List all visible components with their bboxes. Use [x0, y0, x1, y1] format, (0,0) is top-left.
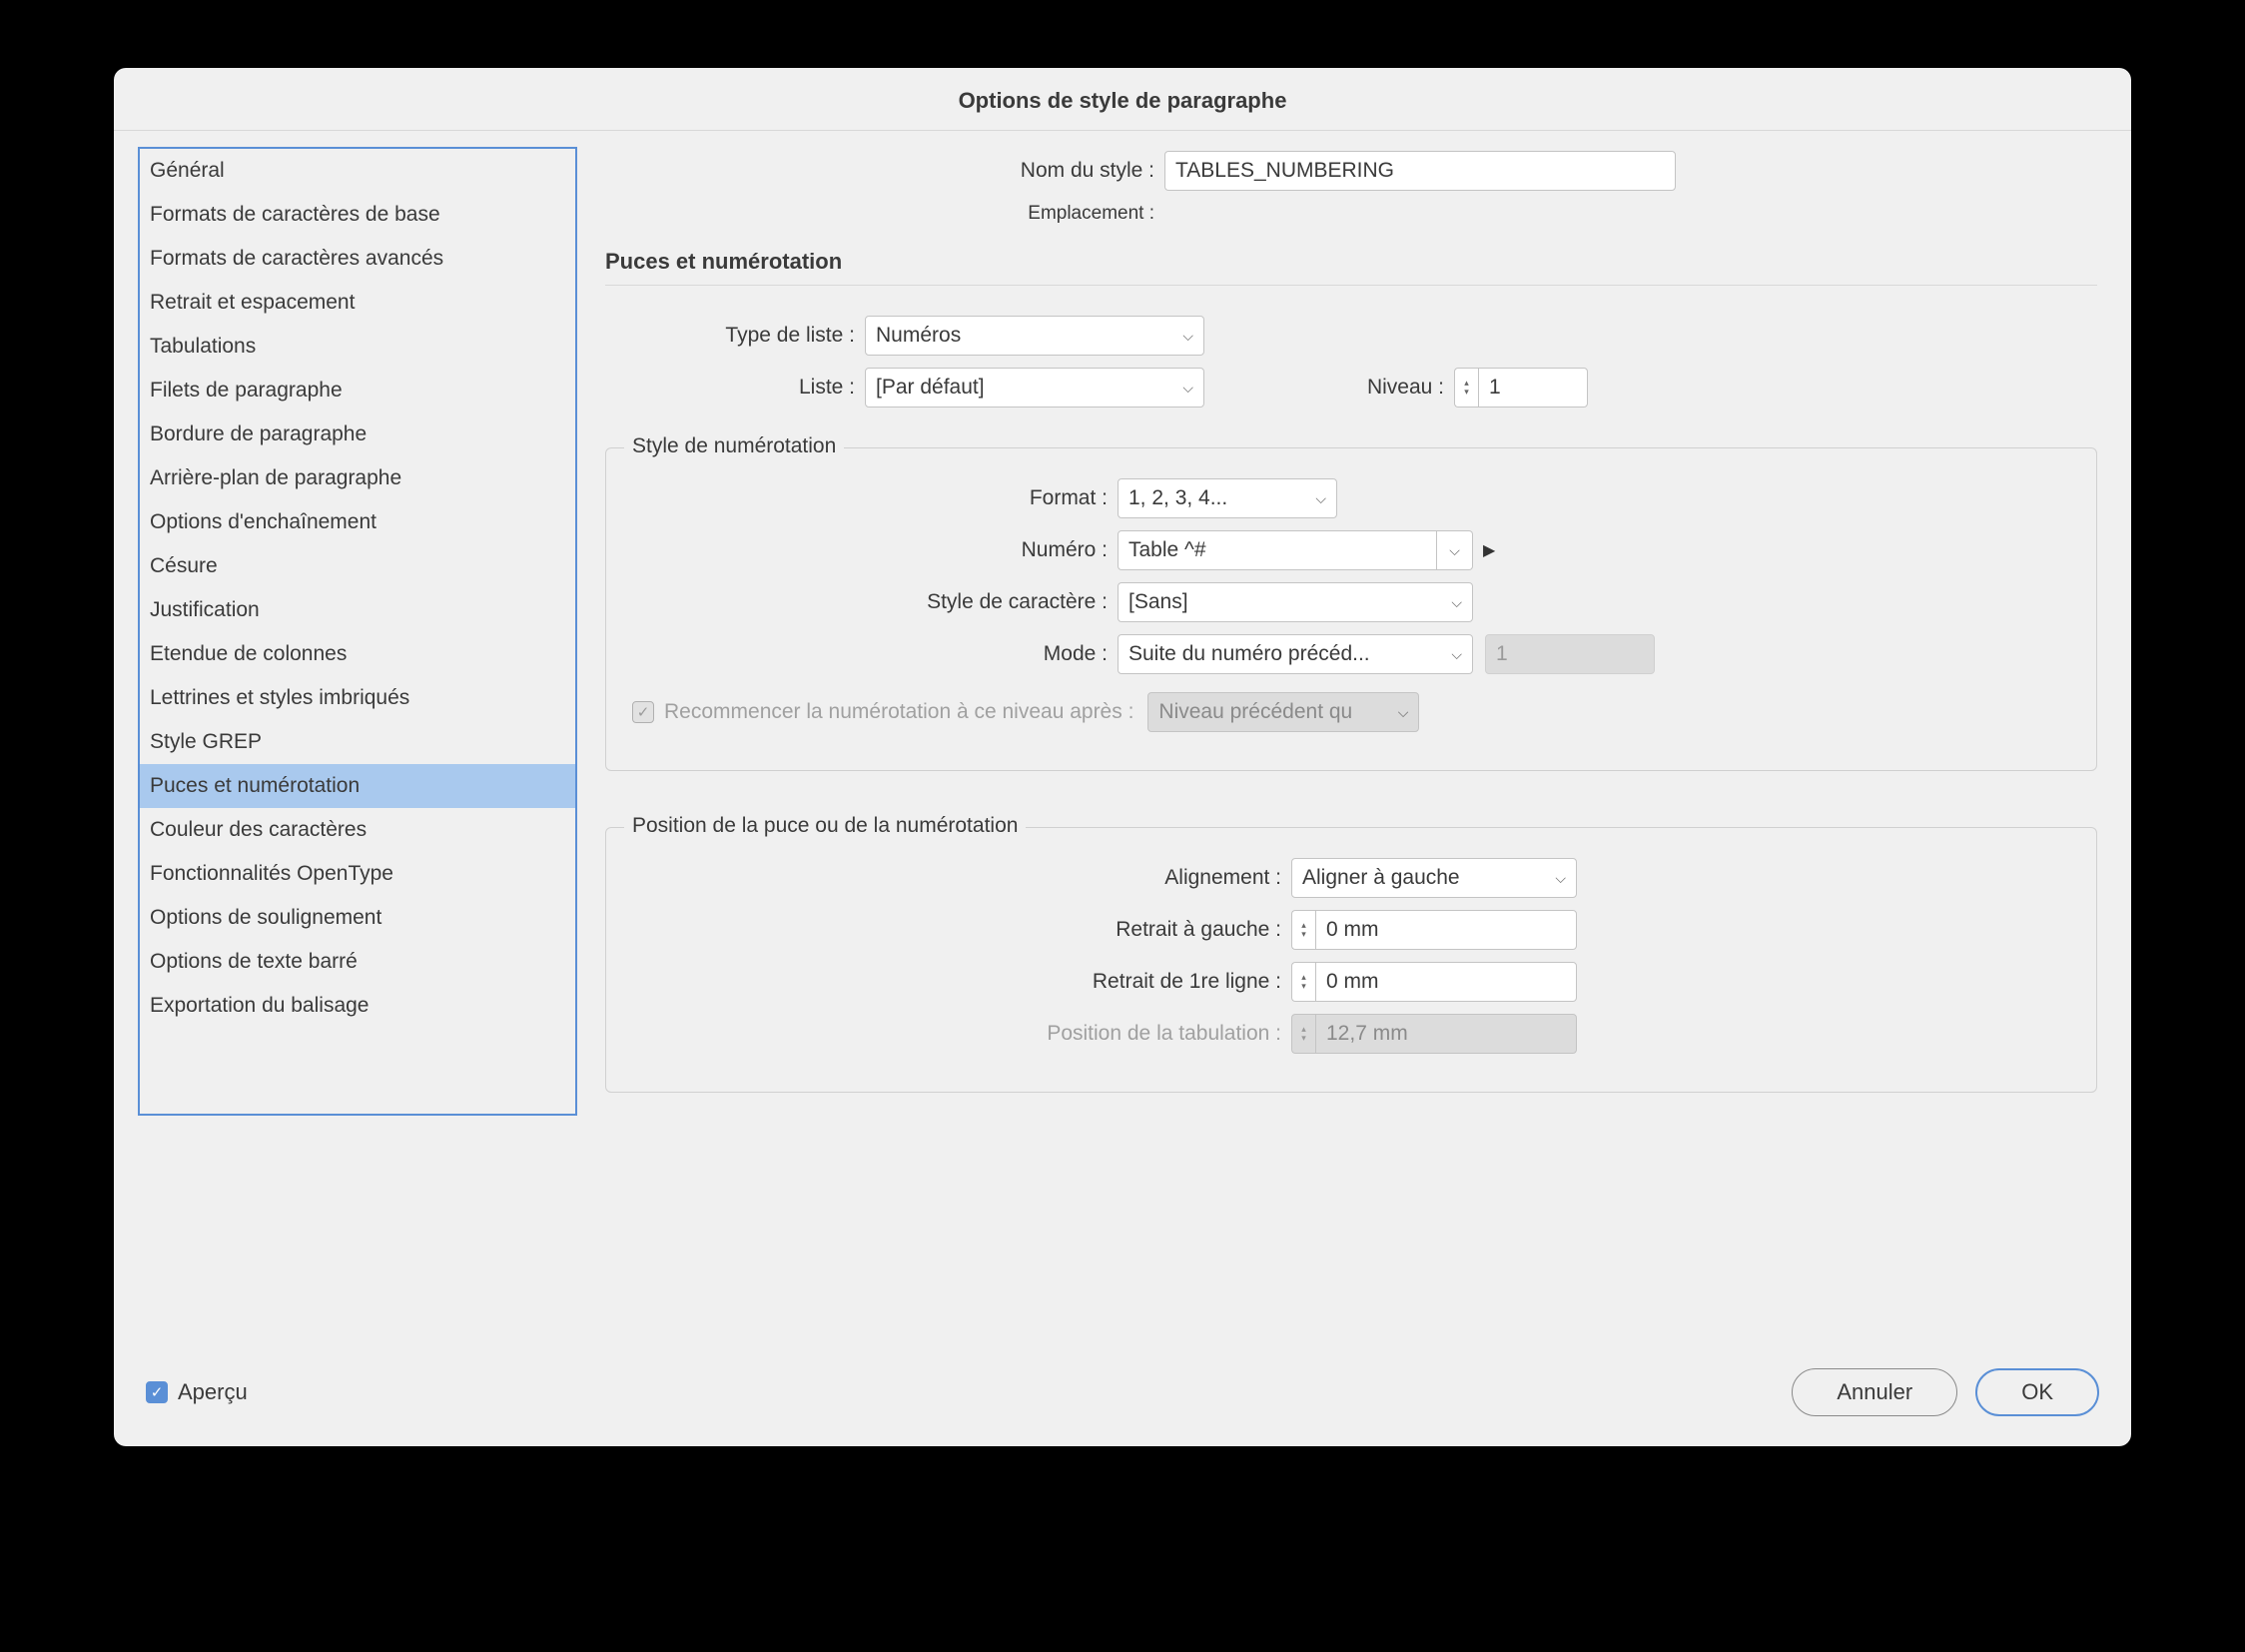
ok-button[interactable]: OK	[1975, 1368, 2099, 1416]
preview-checkbox[interactable]	[146, 1381, 168, 1403]
sidebar-item-opentype[interactable]: Fonctionnalités OpenType	[140, 852, 575, 896]
chevron-down-icon: ⌵	[1182, 328, 1193, 345]
sidebar-item-adv-char[interactable]: Formats de caractères avancés	[140, 237, 575, 281]
style-name-label: Nom du style :	[605, 159, 1164, 183]
first-line-stepper[interactable]: ▴▾	[1291, 962, 1577, 1002]
number-input[interactable]	[1118, 530, 1437, 570]
restart-label: Recommencer la numérotation à ce niveau …	[664, 700, 1147, 724]
sidebar-item-justification[interactable]: Justification	[140, 588, 575, 632]
number-label: Numéro :	[632, 538, 1118, 562]
chevron-down-icon: ⌵	[1555, 870, 1566, 887]
restart-checkbox	[632, 701, 654, 723]
sidebar-item-para-border[interactable]: Bordure de paragraphe	[140, 413, 575, 456]
char-style-label: Style de caractère :	[632, 590, 1118, 614]
list-value: [Par défaut]	[876, 376, 985, 400]
main-panel: Nom du style : Emplacement : Puces et nu…	[605, 147, 2107, 1344]
tab-pos-stepper: ▴▾	[1291, 1014, 1577, 1054]
triangle-right-icon[interactable]: ▶	[1483, 540, 1495, 560]
list-type-select[interactable]: Numéros ⌵	[865, 316, 1204, 356]
section-title: Puces et numérotation	[605, 249, 2097, 275]
left-indent-input[interactable]	[1315, 910, 1577, 950]
stepper-arrows-icon[interactable]: ▴▾	[1291, 910, 1315, 950]
format-select[interactable]: 1, 2, 3, 4... ⌵	[1118, 478, 1337, 518]
sidebar-item-drop-caps[interactable]: Lettrines et styles imbriqués	[140, 676, 575, 720]
category-sidebar[interactable]: Général Formats de caractères de base Fo…	[138, 147, 577, 1116]
sidebar-item-keep[interactable]: Options d'enchaînement	[140, 500, 575, 544]
style-name-input[interactable]	[1164, 151, 1676, 191]
numbering-style-fieldset: Style de numérotation Format : 1, 2, 3, …	[605, 447, 2097, 771]
first-line-label: Retrait de 1re ligne :	[632, 970, 1291, 994]
number-dropdown-button[interactable]: ⌵	[1437, 530, 1473, 570]
sidebar-item-char-color[interactable]: Couleur des caractères	[140, 808, 575, 852]
list-select[interactable]: [Par défaut] ⌵	[865, 368, 1204, 408]
sidebar-item-strikethrough[interactable]: Options de texte barré	[140, 940, 575, 984]
sidebar-item-hyphenation[interactable]: Césure	[140, 544, 575, 588]
level-stepper[interactable]: ▴▾	[1454, 368, 1588, 408]
sidebar-item-bullets-numbering[interactable]: Puces et numérotation	[140, 764, 575, 808]
paragraph-style-options-dialog: Options de style de paragraphe Général F…	[114, 68, 2131, 1446]
char-style-select[interactable]: [Sans] ⌵	[1118, 582, 1473, 622]
sidebar-item-export-tagging[interactable]: Exportation du balisage	[140, 984, 575, 1028]
stepper-arrows-icon: ▴▾	[1291, 1014, 1315, 1054]
alignment-value: Aligner à gauche	[1302, 866, 1460, 890]
preview-toggle[interactable]: Aperçu	[146, 1379, 248, 1405]
sidebar-item-para-bg[interactable]: Arrière-plan de paragraphe	[140, 456, 575, 500]
list-type-value: Numéros	[876, 324, 961, 348]
first-line-input[interactable]	[1315, 962, 1577, 1002]
sidebar-item-basic-char[interactable]: Formats de caractères de base	[140, 193, 575, 237]
position-legend: Position de la puce ou de la numérotatio…	[624, 814, 1026, 838]
tab-pos-label: Position de la tabulation :	[632, 1022, 1291, 1046]
dialog-content: Général Formats de caractères de base Fo…	[114, 131, 2131, 1344]
char-style-value: [Sans]	[1128, 590, 1188, 614]
chevron-down-icon: ⌵	[1182, 380, 1193, 397]
format-value: 1, 2, 3, 4...	[1128, 486, 1227, 510]
mode-select[interactable]: Suite du numéro précéd... ⌵	[1118, 634, 1473, 674]
restart-level-value: Niveau précédent qu	[1158, 700, 1352, 724]
sidebar-item-grep-style[interactable]: Style GREP	[140, 720, 575, 764]
left-indent-stepper[interactable]: ▴▾	[1291, 910, 1577, 950]
list-type-label: Type de liste :	[605, 324, 865, 348]
alignment-select[interactable]: Aligner à gauche ⌵	[1291, 858, 1577, 898]
sidebar-item-underline[interactable]: Options de soulignement	[140, 896, 575, 940]
dialog-title: Options de style de paragraphe	[114, 68, 2131, 131]
mode-label: Mode :	[632, 642, 1118, 666]
tab-pos-input	[1315, 1014, 1577, 1054]
chevron-down-icon: ⌵	[1449, 542, 1460, 559]
list-label: Liste :	[605, 376, 865, 400]
mode-start-input	[1485, 634, 1655, 674]
location-label: Emplacement :	[605, 203, 1164, 225]
chevron-down-icon: ⌵	[1315, 490, 1326, 507]
stepper-arrows-icon[interactable]: ▴▾	[1454, 368, 1478, 408]
position-fieldset: Position de la puce ou de la numérotatio…	[605, 827, 2097, 1093]
stepper-arrows-icon[interactable]: ▴▾	[1291, 962, 1315, 1002]
chevron-down-icon: ⌵	[1451, 594, 1462, 611]
cancel-button[interactable]: Annuler	[1792, 1368, 1957, 1416]
alignment-label: Alignement :	[632, 866, 1291, 890]
chevron-down-icon: ⌵	[1451, 646, 1462, 663]
sidebar-item-general[interactable]: Général	[140, 149, 575, 193]
left-indent-label: Retrait à gauche :	[632, 918, 1291, 942]
numbering-style-legend: Style de numérotation	[624, 434, 844, 458]
sidebar-item-indent-spacing[interactable]: Retrait et espacement	[140, 281, 575, 325]
sidebar-item-span-columns[interactable]: Etendue de colonnes	[140, 632, 575, 676]
section-divider	[605, 285, 2097, 286]
sidebar-item-para-rules[interactable]: Filets de paragraphe	[140, 369, 575, 413]
level-input[interactable]	[1478, 368, 1588, 408]
level-label: Niveau :	[1204, 376, 1454, 400]
dialog-footer: Aperçu Annuler OK	[114, 1344, 2131, 1446]
restart-level-select: Niveau précédent qu ⌵	[1147, 692, 1419, 732]
chevron-down-icon: ⌵	[1398, 704, 1409, 721]
format-label: Format :	[632, 486, 1118, 510]
preview-label: Aperçu	[178, 1379, 248, 1405]
mode-value: Suite du numéro précéd...	[1128, 642, 1370, 666]
sidebar-item-tabs[interactable]: Tabulations	[140, 325, 575, 369]
